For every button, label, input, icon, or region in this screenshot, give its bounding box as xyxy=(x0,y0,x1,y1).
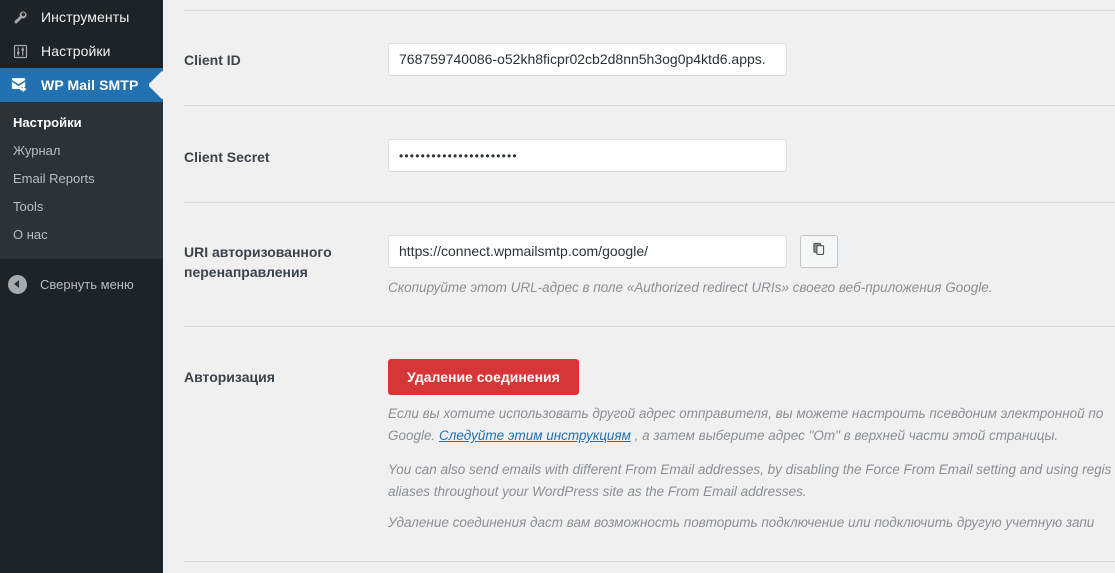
submenu-item-settings[interactable]: Настройки xyxy=(0,109,163,137)
wp-admin-screen: Инструменты Настройки WP Mail SMTP Настр… xyxy=(0,0,1115,573)
active-menu-arrow-icon xyxy=(149,68,163,102)
sidebar-item-wp-mail-smtp[interactable]: WP Mail SMTP xyxy=(0,68,163,102)
paragraph-2-line-2: aliases throughout your WordPress site a… xyxy=(388,484,807,499)
redirect-uri-label-line2: перенаправления xyxy=(184,264,308,280)
paragraph-2-line-1: You can also send emails with different … xyxy=(388,462,1112,477)
collapse-menu-label: Свернуть меню xyxy=(40,276,134,292)
instructions-link[interactable]: Следуйте этим инструкциям xyxy=(439,428,631,443)
mail-forward-icon xyxy=(8,75,32,95)
paragraph-1-post: , а затем выберите адрес "От" в верхней … xyxy=(630,428,1059,443)
submenu-item-about[interactable]: О нас xyxy=(0,221,163,249)
sidebar-item-label: Настройки xyxy=(41,43,111,59)
sidebar-item-label: WP Mail SMTP xyxy=(41,77,139,93)
submenu-item-email-reports[interactable]: Email Reports xyxy=(0,165,163,193)
submenu-item-tools[interactable]: Tools xyxy=(0,193,163,221)
collapse-menu-button[interactable]: Свернуть меню xyxy=(0,267,163,301)
row-divider xyxy=(184,326,1115,327)
row-divider xyxy=(184,561,1115,562)
redirect-uri-input[interactable]: https://connect.wpmailsmtp.com/google/ xyxy=(388,235,787,268)
paragraph-1-pre: Google. xyxy=(388,428,440,443)
client-secret-label: Client Secret xyxy=(184,149,270,165)
remove-connection-button[interactable]: Удаление соединения xyxy=(388,359,579,395)
redirect-uri-description: Скопируйте этот URL-адрес в поле «Author… xyxy=(388,280,993,295)
client-id-label: Client ID xyxy=(184,52,241,68)
chevron-left-icon xyxy=(8,274,27,294)
redirect-uri-label-line1: URI авторизованного xyxy=(184,244,332,260)
sidebar-item-settings[interactable]: Настройки xyxy=(0,34,163,68)
authorization-paragraph-3: Удаление соединения даст вам возможность… xyxy=(388,515,1095,530)
submenu-item-journal[interactable]: Журнал xyxy=(0,137,163,165)
paragraph-1-line-2: Google. Следуйте этим инструкциям , а за… xyxy=(388,425,1115,447)
sidebar-item-label: Инструменты xyxy=(41,9,130,25)
client-id-input[interactable]: 768759740086-o52kh8ficpr02cb2d8nn5h3og0p… xyxy=(388,43,787,76)
row-divider xyxy=(184,202,1115,203)
row-divider xyxy=(184,105,1115,106)
row-divider xyxy=(184,10,1115,11)
paragraph-1-line-1: Если вы хотите использовать другой адрес… xyxy=(388,406,1104,421)
admin-sidebar: Инструменты Настройки WP Mail SMTP Настр… xyxy=(0,0,163,573)
sidebar-submenu: Настройки Журнал Email Reports Tools О н… xyxy=(0,102,163,259)
copy-redirect-uri-button[interactable] xyxy=(800,235,838,268)
redirect-uri-label: URI авторизованного перенаправления xyxy=(184,242,379,282)
client-secret-input[interactable]: •••••••••••••••••••••• xyxy=(388,139,787,172)
copy-icon xyxy=(812,242,826,261)
authorization-paragraph-1: Если вы хотите использовать другой адрес… xyxy=(388,403,1115,447)
sidebar-item-tools[interactable]: Инструменты xyxy=(0,0,163,34)
settings-sliders-icon xyxy=(8,41,32,61)
wrench-icon xyxy=(8,7,32,27)
authorization-paragraph-2: You can also send emails with different … xyxy=(388,459,1115,503)
settings-content: Client ID 768759740086-o52kh8ficpr02cb2d… xyxy=(163,0,1115,573)
authorization-label: Авторизация xyxy=(184,369,275,385)
